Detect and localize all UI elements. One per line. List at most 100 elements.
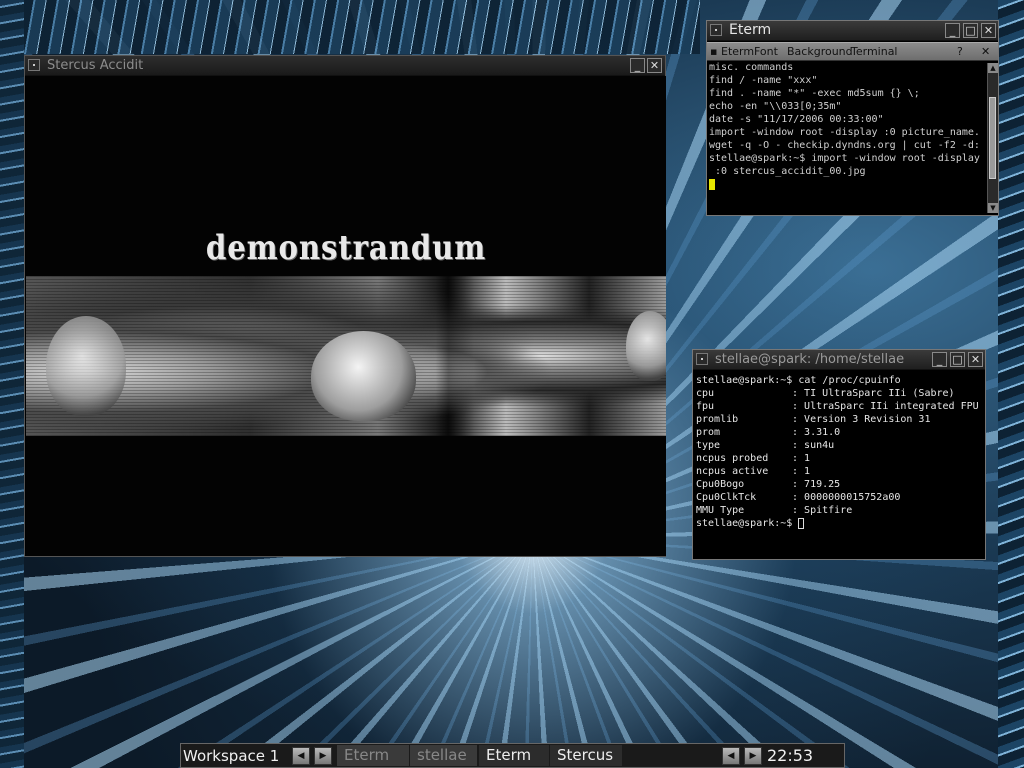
image-canvas: demonstrandum [26, 76, 666, 556]
minimize-button[interactable]: _ [945, 23, 960, 38]
terminal-line: find . -name "*" -exec md5sum {} \; [709, 88, 920, 99]
terminal-line: import -window root -display :0 picture_… [709, 127, 980, 138]
workspace-prev-icon[interactable]: ◀ [292, 747, 310, 765]
stercus-titlebar[interactable]: Stercus Accidit _ ✕ [25, 56, 665, 76]
cpuinfo-key: ncpus active [696, 466, 769, 477]
cpuinfo-key: type [696, 440, 721, 451]
cpuinfo-key: prom [696, 427, 721, 438]
maximize-button[interactable]: □ [950, 352, 965, 367]
menu-terminal[interactable]: Terminal [851, 43, 898, 60]
cpuinfo-separator: : [792, 440, 805, 451]
cpuinfo-row: Cpu0ClkTck: 0000000015752a00 [696, 491, 984, 504]
cpuinfo-separator: : [792, 414, 805, 425]
terminal-line: find / -name "xxx" [709, 75, 818, 86]
minimize-button[interactable]: _ [630, 58, 645, 73]
task-eterm-1[interactable]: Eterm [337, 745, 409, 766]
cpuinfo-row: MMU Type: Spitfire [696, 504, 984, 517]
task-scroll-left-icon[interactable]: ◀ [722, 747, 740, 765]
workspace-label[interactable]: Workspace 1 [183, 746, 279, 766]
scroll-thumb[interactable] [989, 97, 996, 179]
wallpaper-streaks-top [0, 0, 700, 54]
cpuinfo-key: promlib [696, 414, 739, 425]
terminal-line: :0 stercus_accidit_00.jpg [709, 166, 866, 177]
help-button[interactable]: ? [957, 43, 963, 60]
cpuinfo-list: cpu: TI UltraSparc IIi (Sabre) fpu: Ultra… [696, 387, 984, 517]
cpuinfo-key: fpu [696, 401, 715, 412]
cpuinfo-key: MMU Type [696, 505, 745, 516]
cpuinfo-separator: : [792, 466, 805, 477]
eterm-terminal-output[interactable]: misc. commands find / -name "xxx" find .… [709, 61, 984, 211]
cpuinfo-value: Spitfire [804, 505, 853, 516]
cpuinfo-row: ncpus active: 1 [696, 465, 984, 478]
cpuinfo-row: cpu: TI UltraSparc IIi (Sabre) [696, 387, 984, 400]
terminal-line: stellae@spark:~$ import -window root -di… [709, 153, 980, 164]
cpuinfo-separator: : [792, 427, 805, 438]
xterm-terminal-output[interactable]: stellae@spark:~$ cat /proc/cpuinfo cpu: … [696, 374, 984, 556]
clock: 22:53 [767, 746, 814, 765]
task-stellae[interactable]: stellae [410, 745, 477, 766]
terminal-line: echo -en "\\033[0;35m" [709, 101, 842, 112]
window-menu-icon[interactable] [696, 353, 708, 365]
scroll-up-icon[interactable]: ▲ [988, 63, 998, 73]
window-title: Stercus Accidit [47, 58, 144, 73]
menu-background[interactable]: Background [787, 43, 853, 60]
cpuinfo-value: TI UltraSparc IIi (Sabre) [804, 388, 955, 399]
cpuinfo-separator: : [792, 505, 805, 516]
cpuinfo-row: promlib: Version 3 Revision 31 [696, 413, 984, 426]
cpuinfo-key: Cpu0Bogo [696, 479, 745, 490]
menu-font[interactable]: Font [754, 43, 778, 60]
cpuinfo-value: Version 3 Revision 31 [804, 414, 931, 425]
wallpaper-streaks-right [998, 0, 1024, 768]
eterm-titlebar[interactable]: Eterm _ □ ✕ [707, 21, 998, 41]
terminal-prompt-line: stellae@spark:~$ [696, 517, 984, 530]
cpuinfo-key: cpu [696, 388, 715, 399]
cpuinfo-value: 719.25 [804, 479, 841, 490]
window-menu-icon[interactable] [710, 24, 722, 36]
task-eterm-2[interactable]: Eterm [479, 745, 549, 766]
task-stercus[interactable]: Stercus [550, 745, 622, 766]
banner-text: demonstrandum [205, 228, 487, 268]
cpuinfo-value: UltraSparc IIi integrated FPU [804, 401, 979, 412]
terminal-line: date -s "11/17/2006 00:33:00" [709, 114, 884, 125]
minimize-button[interactable]: _ [932, 352, 947, 367]
cpuinfo-separator: : [792, 401, 805, 412]
cpuinfo-key: Cpu0ClkTck [696, 492, 757, 503]
scroll-down-icon[interactable]: ▼ [988, 203, 998, 213]
cpuinfo-separator: : [792, 492, 805, 503]
window-menu-icon[interactable] [28, 59, 40, 71]
eterm-window[interactable]: Eterm _ □ ✕ ▪ Eterm Font Background Term… [706, 20, 999, 216]
xterm-titlebar[interactable]: stellae@spark: /home/stellae _ □ ✕ [693, 350, 985, 370]
terminal-line: wget -q -O - checkip.dyndns.org | cut -f… [709, 140, 980, 151]
terminal-command: stellae@spark:~$ cat /proc/cpuinfo [696, 375, 901, 386]
cpuinfo-separator: : [792, 453, 805, 464]
terminal-line: misc. commands [709, 62, 794, 73]
cpuinfo-value: 0000000015752a00 [804, 492, 901, 503]
cpuinfo-row: fpu: UltraSparc IIi integrated FPU [696, 400, 984, 413]
wallpaper-streaks-left [0, 0, 24, 768]
close-button[interactable]: ✕ [968, 352, 983, 367]
workspace-next-icon[interactable]: ▶ [314, 747, 332, 765]
menu-eterm[interactable]: Eterm [721, 43, 754, 60]
skull-center-icon [311, 331, 416, 421]
maximize-button[interactable]: □ [963, 23, 978, 38]
cpuinfo-value: 3.31.0 [804, 427, 841, 438]
stercus-accidit-window[interactable]: Stercus Accidit _ ✕ demonstrandum [24, 55, 666, 557]
close-menu-icon[interactable]: ✕ [981, 43, 990, 60]
xterm-window[interactable]: stellae@spark: /home/stellae _ □ ✕ stell… [692, 349, 986, 560]
cpuinfo-separator: : [792, 388, 805, 399]
eterm-menu-icon[interactable]: ▪ [710, 43, 717, 60]
cpuinfo-value: 1 [804, 453, 811, 464]
terminal-prompt: stellae@spark:~$ [696, 518, 799, 529]
cpuinfo-key: ncpus probed [696, 453, 769, 464]
task-scroll-right-icon[interactable]: ▶ [744, 747, 762, 765]
window-title: stellae@spark: /home/stellae [715, 352, 905, 367]
close-button[interactable]: ✕ [981, 23, 996, 38]
skull-photo [26, 276, 666, 436]
terminal-cursor [709, 178, 715, 190]
skull-right-icon [626, 311, 666, 381]
eterm-scrollbar[interactable]: ▲ ▼ [987, 63, 998, 213]
cpuinfo-value: sun4u [804, 440, 835, 451]
close-button[interactable]: ✕ [647, 58, 662, 73]
terminal-cursor [798, 517, 805, 529]
eterm-menubar: ▪ Eterm Font Background Terminal ? ✕ [707, 42, 998, 61]
